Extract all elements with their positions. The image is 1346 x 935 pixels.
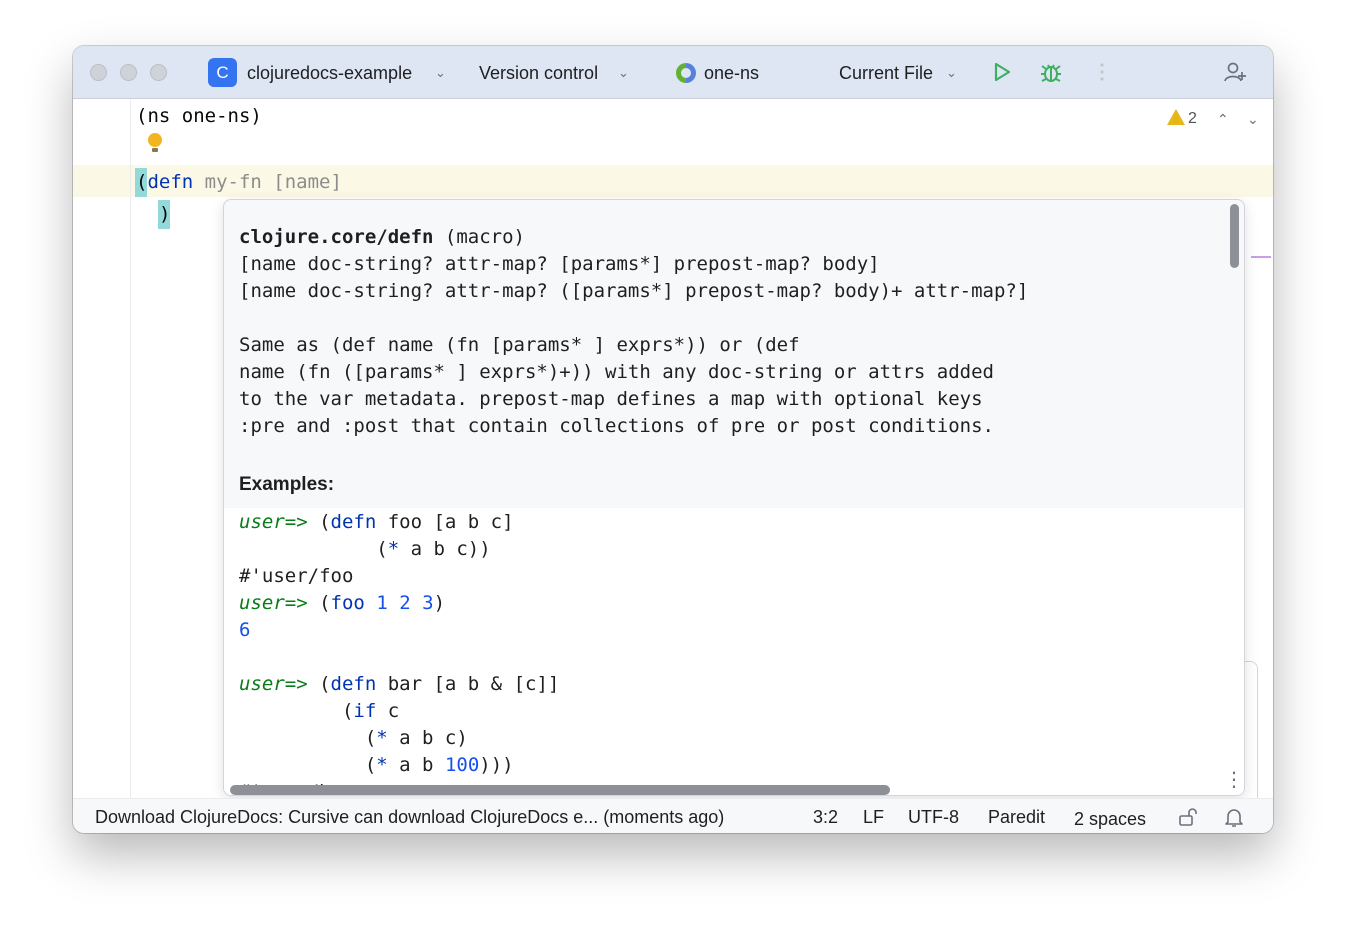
doc-description-line: :pre and :post that contain collections … — [239, 415, 994, 437]
example-line: #'user/foo — [239, 565, 354, 587]
editing-mode[interactable]: Paredit — [988, 806, 1045, 828]
title-bar: C clojuredocs-example ⌄ Version control … — [73, 46, 1273, 99]
lightbulb-icon[interactable] — [148, 133, 162, 152]
status-message[interactable]: Download ClojureDocs: Cursive can downlo… — [95, 806, 724, 828]
status-bar: Download ClojureDocs: Cursive can downlo… — [73, 798, 1273, 833]
zoom-window-button[interactable] — [150, 64, 167, 81]
close-window-button[interactable] — [90, 64, 107, 81]
code-token: my-fn [name] — [193, 171, 342, 193]
example-line: user=> (defn foo [a b c] — [239, 511, 514, 533]
chevron-down-icon: ⌄ — [946, 65, 957, 80]
inspection-widget[interactable]: 2 — [1167, 107, 1197, 131]
play-icon[interactable] — [991, 61, 1013, 83]
code-line-4: ) — [159, 203, 171, 225]
vertical-scrollbar[interactable] — [1230, 204, 1239, 268]
documentation-popup[interactable]: clojure.core/defn (macro) [name doc-stri… — [223, 199, 1245, 796]
clojure-logo-icon — [676, 63, 696, 83]
chevron-up-icon[interactable]: ⌃ — [1217, 107, 1229, 131]
example-line: user=> (foo 1 2 3) — [239, 592, 446, 614]
lock-open-icon[interactable] — [1177, 806, 1199, 828]
bug-icon[interactable] — [1039, 60, 1063, 84]
error-stripe-mark — [1251, 256, 1271, 258]
add-user-icon[interactable] — [1223, 60, 1247, 84]
chevron-down-icon[interactable]: ⌄ — [1247, 107, 1259, 131]
run-config-label: Current File — [839, 63, 934, 83]
indent-setting[interactable]: 2 spaces — [1074, 808, 1146, 830]
warning-triangle-icon — [1167, 109, 1185, 125]
project-name: clojuredocs-example — [247, 63, 413, 83]
gutter-divider — [130, 99, 131, 798]
more-options-icon[interactable]: ⋮ — [1224, 770, 1244, 790]
examples-heading: Examples: — [239, 474, 335, 495]
code-line-1: (ns one-ns) — [136, 105, 262, 127]
vcs-label: Version control — [479, 63, 599, 83]
example-line: (* a b c) — [239, 727, 468, 749]
code-line-3: (defn my-fn [name] — [136, 171, 342, 193]
chevron-down-icon: ⌄ — [618, 65, 629, 80]
doc-arity-1: [name doc-string? attr-map? [params*] pr… — [239, 253, 880, 275]
warning-count: 2 — [1188, 110, 1197, 127]
example-line: 6 — [239, 619, 251, 641]
doc-signature: clojure.core/defn (macro) — [239, 226, 525, 248]
example-line: (if c — [239, 700, 400, 722]
caret-position[interactable]: 3:2 — [813, 806, 838, 828]
doc-description-line: to the var metadata. prepost-map defines… — [239, 388, 983, 410]
chevron-down-icon: ⌄ — [435, 65, 446, 80]
doc-description-line: Same as (def name (fn [params* ] exprs*)… — [239, 334, 800, 356]
file-encoding[interactable]: UTF-8 — [908, 806, 959, 828]
example-line: (* a b c)) — [239, 538, 491, 560]
more-actions-icon[interactable] — [1099, 62, 1105, 82]
ide-window: C clojuredocs-example ⌄ Version control … — [73, 46, 1273, 833]
examples-block: user=> (defn foo [a b c] (* a b c)) #'us… — [224, 508, 1244, 795]
line-separator[interactable]: LF — [863, 806, 884, 828]
horizontal-scrollbar[interactable] — [230, 785, 890, 795]
example-line: user=> (defn bar [a b & [c]] — [239, 673, 560, 695]
project-badge: C — [208, 58, 237, 87]
example-line: (* a b 100))) — [239, 754, 514, 776]
keyword-token: defn — [147, 171, 194, 193]
namespace-label: one-ns — [704, 63, 760, 83]
minimize-window-button[interactable] — [120, 64, 137, 81]
bell-icon[interactable] — [1223, 806, 1245, 828]
doc-arity-2: [name doc-string? attr-map? ([params*] p… — [239, 280, 1029, 302]
doc-description-line: name (fn ([params* ] exprs*)+)) with any… — [239, 361, 994, 383]
